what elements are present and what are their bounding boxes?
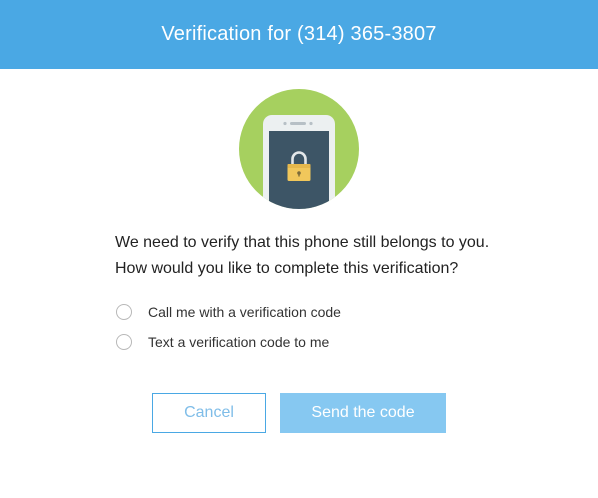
- cancel-button[interactable]: Cancel: [152, 393, 266, 433]
- dialog-header: Verification for (314) 365-3807: [0, 0, 598, 69]
- verification-dialog: Verification for (314) 365-3807 We need …: [0, 0, 598, 498]
- text-radio[interactable]: [116, 334, 132, 350]
- phone-lock-icon: [239, 89, 359, 209]
- send-code-button[interactable]: Send the code: [280, 393, 446, 433]
- call-radio[interactable]: [116, 304, 132, 320]
- message-line-2: How would you like to complete this veri…: [115, 260, 459, 277]
- verification-message: We need to verify that this phone still …: [115, 230, 555, 282]
- option-text-label[interactable]: Text a verification code to me: [148, 334, 329, 350]
- dialog-title: Verification for (314) 365-3807: [161, 23, 437, 45]
- option-call[interactable]: Call me with a verification code: [115, 301, 341, 323]
- message-line-1: We need to verify that this phone still …: [115, 234, 490, 251]
- option-text[interactable]: Text a verification code to me: [115, 331, 341, 353]
- option-call-label[interactable]: Call me with a verification code: [148, 304, 341, 320]
- verification-options: Call me with a verification code Text a …: [115, 301, 341, 361]
